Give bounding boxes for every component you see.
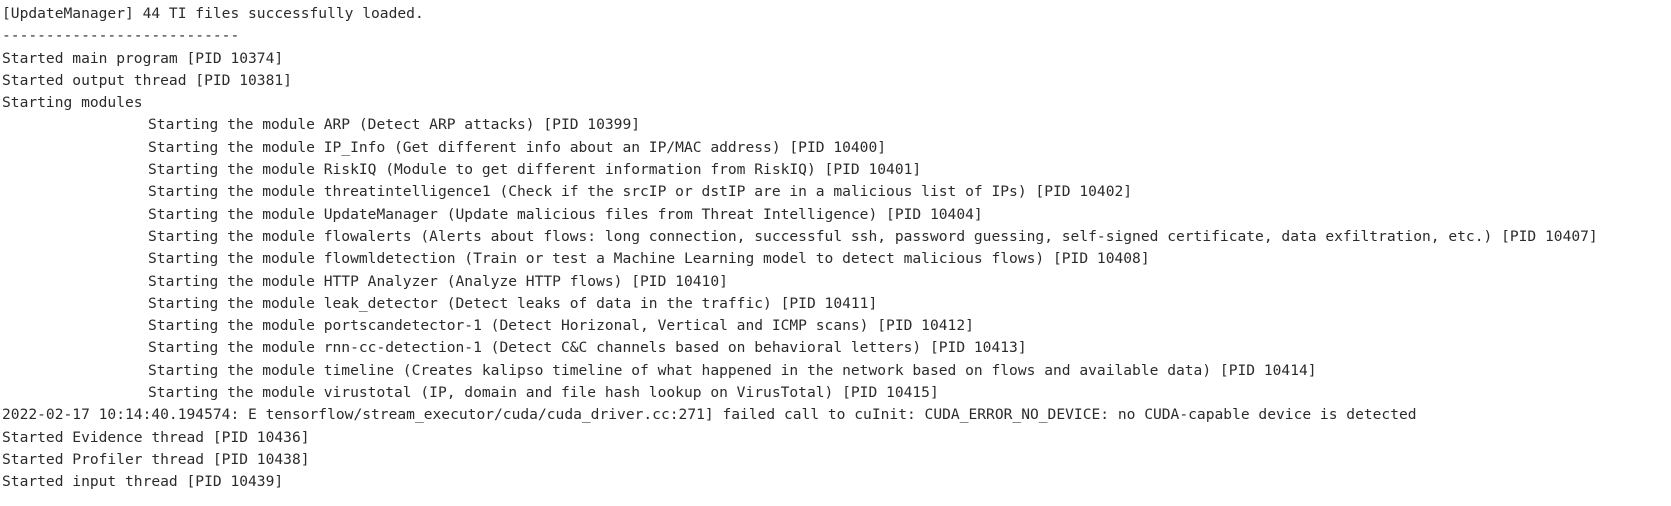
terminal-output[interactable]: [UpdateManager] 44 TI files successfully… (0, 0, 1671, 506)
log-line-module-portscandetector: Starting the module portscandetector-1 (… (148, 317, 974, 335)
log-line-module-riskiq: Starting the module RiskIQ (Module to ge… (148, 161, 922, 179)
log-line-module-flowmldetection: Starting the module flowmldetection (Tra… (148, 250, 1150, 268)
log-line-module-virustotal: Starting the module virustotal (IP, doma… (148, 384, 939, 402)
log-line-starting-modules: Starting modules (2, 94, 143, 112)
log-line-main-program: Started main program [PID 10374] (2, 49, 284, 67)
log-line-module-ip-info: Starting the module IP_Info (Get differe… (148, 138, 887, 156)
log-line-evidence-thread: Started Evidence thread [PID 10436] (2, 428, 310, 446)
log-line-module-leak-detector: Starting the module leak_detector (Detec… (148, 294, 878, 312)
log-line-update-manager-loaded: [UpdateManager] 44 TI files successfully… (2, 5, 424, 22)
log-line-tensorflow-error: 2022-02-17 10:14:40.194574: E tensorflow… (2, 406, 1417, 424)
log-line-module-rnn-cc-detection: Starting the module rnn-cc-detection-1 (… (148, 339, 1027, 357)
log-line-module-updatemanager: Starting the module UpdateManager (Updat… (148, 205, 983, 223)
log-line-module-http-analyzer: Starting the module HTTP Analyzer (Analy… (148, 272, 728, 290)
log-line-profiler-thread: Started Profiler thread [PID 10438] (2, 450, 310, 468)
log-line-output-thread: Started output thread [PID 10381] (2, 71, 292, 89)
log-line-module-timeline: Starting the module timeline (Creates ka… (148, 361, 1317, 379)
log-line-separator: --------------------------- (2, 27, 240, 45)
log-line-input-thread: Started input thread [PID 10439] (2, 473, 284, 491)
log-lines: [UpdateManager] 44 TI files successfully… (0, 3, 1598, 494)
log-line-module-arp: Starting the module ARP (Detect ARP atta… (148, 116, 641, 134)
log-line-module-threatintelligence: Starting the module threatintelligence1 … (148, 183, 1133, 201)
log-line-module-flowalerts: Starting the module flowalerts (Alerts a… (148, 227, 1598, 245)
